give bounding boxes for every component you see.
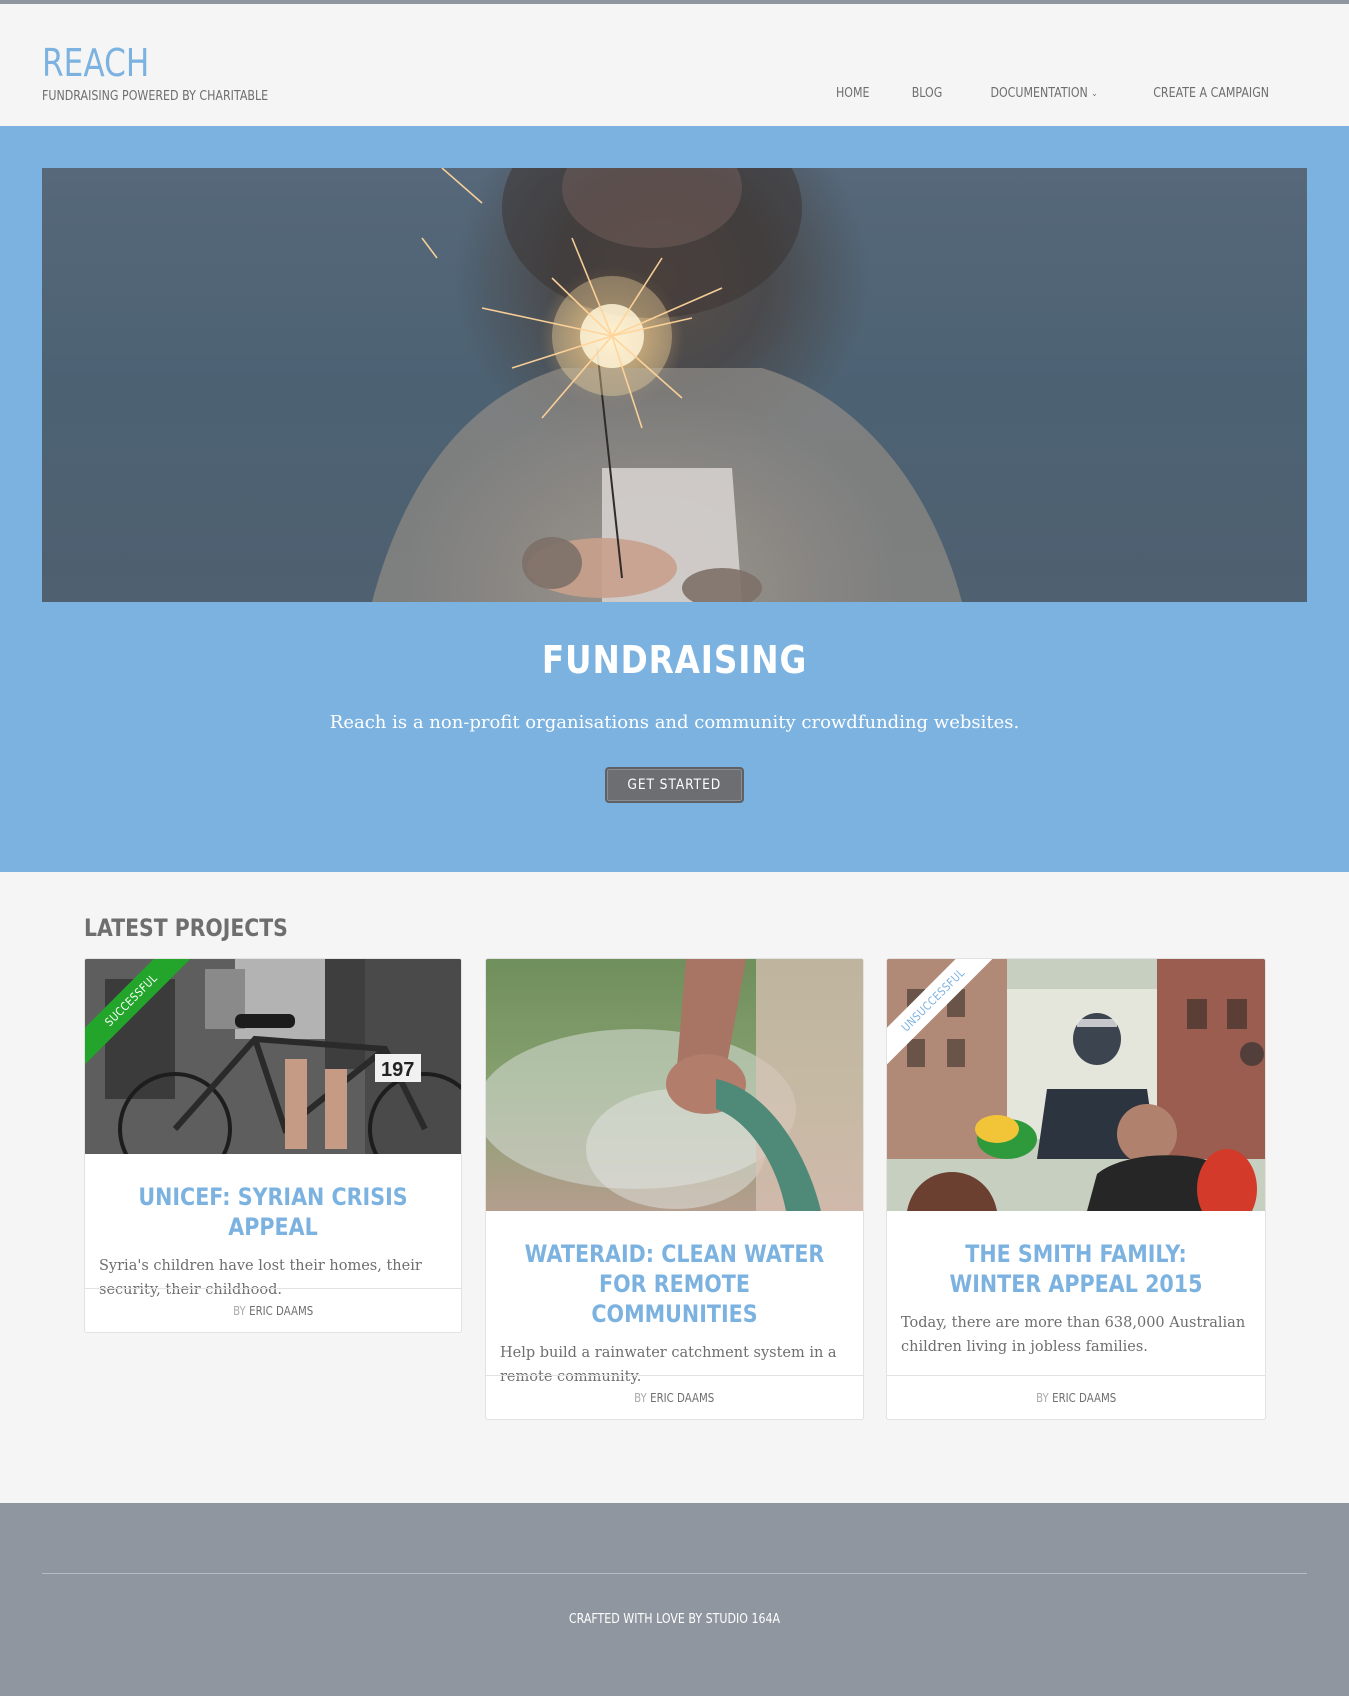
author-link[interactable]: ERIC DAAMS — [249, 1304, 313, 1318]
site-tagline: FUNDRAISING POWERED BY CHARITABLE — [42, 88, 269, 104]
latest-projects-heading: LATEST PROJECTS — [84, 914, 288, 942]
nav-documentation-label: DOCUMENTATION — [990, 86, 1088, 101]
author-link[interactable]: ERIC DAAMS — [1052, 1391, 1116, 1405]
by-label: BY — [232, 1303, 246, 1318]
hero-image-sparkler — [42, 168, 1307, 602]
project-card[interactable]: UNSUCCESSFUL THE SMITH FAMILY: WINTER AP… — [886, 958, 1266, 1420]
site-footer: CRAFTED WITH LOVE BY STUDIO 164A — [0, 1503, 1349, 1696]
get-started-button[interactable]: GET STARTED — [605, 767, 744, 803]
site-header: REACH FUNDRAISING POWERED BY CHARITABLE … — [0, 4, 1349, 126]
hero-section: FUNDRAISING Reach is a non-profit organi… — [0, 126, 1349, 872]
svg-text:197: 197 — [381, 1059, 414, 1081]
by-label: BY — [1035, 1390, 1049, 1405]
nav-home[interactable]: HOME — [821, 86, 885, 101]
footer-divider — [42, 1573, 1307, 1574]
footer-credit[interactable]: CRAFTED WITH LOVE BY STUDIO 164A — [101, 1612, 1248, 1627]
project-card[interactable]: WATERAID: CLEAN WATER FOR REMOTE COMMUNI… — [485, 958, 864, 1420]
project-meta: BY ERIC DAAMS — [486, 1375, 863, 1419]
site-logo-link[interactable]: REACH FUNDRAISING POWERED BY CHARITABLE — [42, 40, 318, 104]
nav-create-campaign[interactable]: CREATE A CAMPAIGN — [1138, 86, 1284, 101]
chevron-down-icon: ⌄ — [1090, 88, 1098, 99]
nav-documentation[interactable]: DOCUMENTATION ⌄ — [975, 86, 1113, 101]
hero-description: Reach is a non-profit organisations and … — [329, 712, 1020, 733]
site-title[interactable]: REACH — [42, 40, 268, 86]
project-meta: BY ERIC DAAMS — [887, 1375, 1265, 1419]
project-title[interactable]: WATERAID: CLEAN WATER FOR REMOTE COMMUNI… — [512, 1239, 836, 1329]
project-meta: BY ERIC DAAMS — [85, 1288, 461, 1332]
project-card[interactable]: 197 SUCCESSFUL UNICEF: SYRIAN CRISIS APP… — [84, 958, 462, 1333]
project-image-parade[interactable]: UNSUCCESSFUL — [887, 959, 1265, 1211]
hero-title: FUNDRAISING — [541, 638, 808, 682]
by-label: BY — [634, 1390, 648, 1405]
get-started-label: GET STARTED — [627, 777, 722, 793]
main-nav: HOME BLOG DOCUMENTATION ⌄ CREATE A CAMPA… — [815, 86, 1297, 101]
nav-blog[interactable]: BLOG — [896, 86, 957, 101]
project-title[interactable]: THE SMITH FAMILY: WINTER APPEAL 2015 — [913, 1239, 1238, 1299]
project-title[interactable]: UNICEF: SYRIAN CRISIS APPEAL — [111, 1182, 434, 1242]
project-excerpt: Today, there are more than 638,000 Austr… — [901, 1315, 1246, 1355]
project-image-water-hose[interactable] — [486, 959, 863, 1211]
author-link[interactable]: ERIC DAAMS — [650, 1391, 714, 1405]
project-image-cyclist[interactable]: 197 SUCCESSFUL — [85, 959, 461, 1154]
